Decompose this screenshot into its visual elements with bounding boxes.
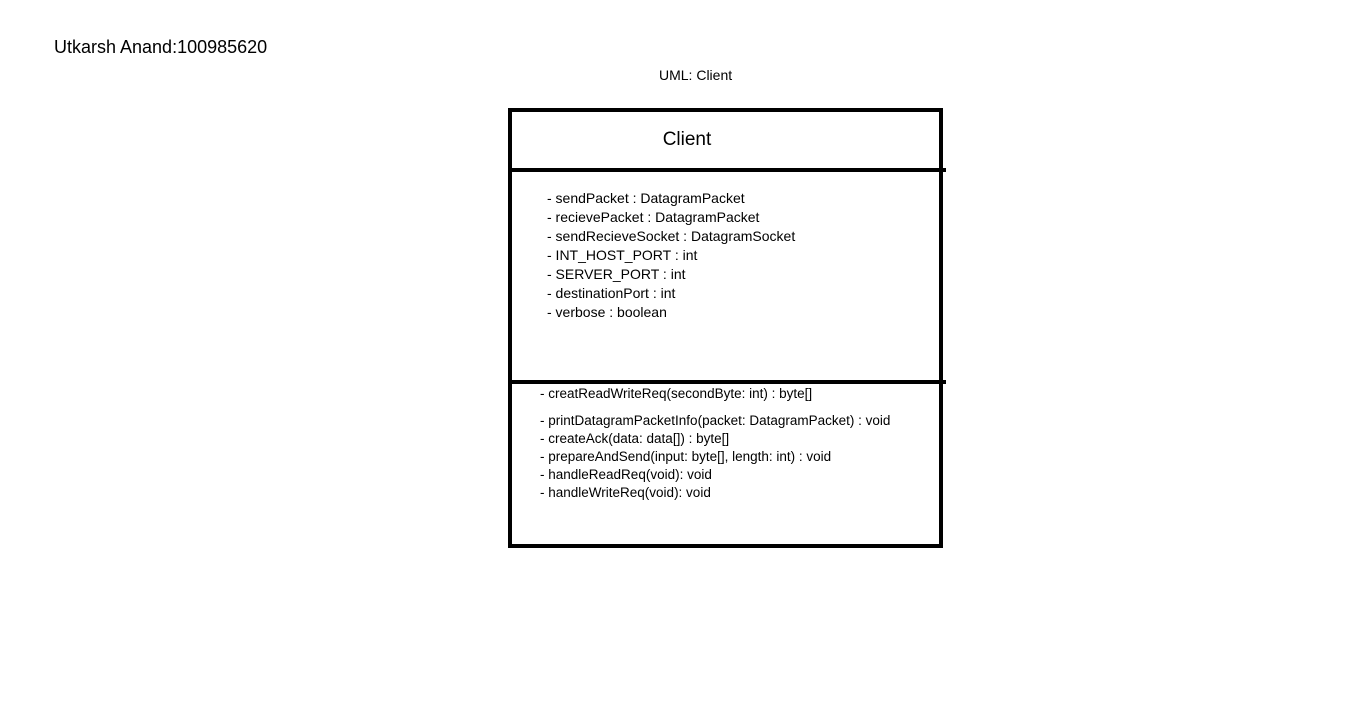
attribute: - recievePacket : DatagramPacket — [547, 209, 760, 225]
method: - printDatagramPacketInfo(packet: Datagr… — [540, 413, 891, 428]
name-attributes-divider — [508, 168, 946, 172]
method: - creatReadWriteReq(secondByte: int) : b… — [540, 386, 813, 401]
attribute: - SERVER_PORT : int — [547, 266, 686, 282]
attribute: - INT_HOST_PORT : int — [547, 247, 698, 263]
attributes-methods-divider — [508, 380, 946, 384]
attributes-section: - sendPacket : DatagramPacket - recieveP… — [547, 189, 795, 322]
method: - prepareAndSend(input: byte[], length: … — [540, 449, 832, 464]
attribute: - destinationPort : int — [547, 285, 676, 301]
method: - handleReadReq(void): void — [540, 467, 712, 482]
diagram-title: UML: Client — [659, 67, 733, 83]
attribute: - sendRecieveSocket : DatagramSocket — [547, 228, 796, 244]
class-name: Client — [662, 129, 712, 150]
uml-class-box: Client - sendPacket : DatagramPacket - r… — [508, 108, 946, 548]
author-label: Utkarsh Anand:100985620 — [54, 37, 268, 57]
method: - handleWriteReq(void): void — [540, 485, 711, 500]
attribute: - sendPacket : DatagramPacket — [547, 190, 745, 206]
method: - createAck(data: data[]) : byte[] — [540, 431, 730, 446]
methods-section: - creatReadWriteReq(secondByte: int) : b… — [540, 385, 890, 502]
attribute: - verbose : boolean — [547, 304, 667, 320]
